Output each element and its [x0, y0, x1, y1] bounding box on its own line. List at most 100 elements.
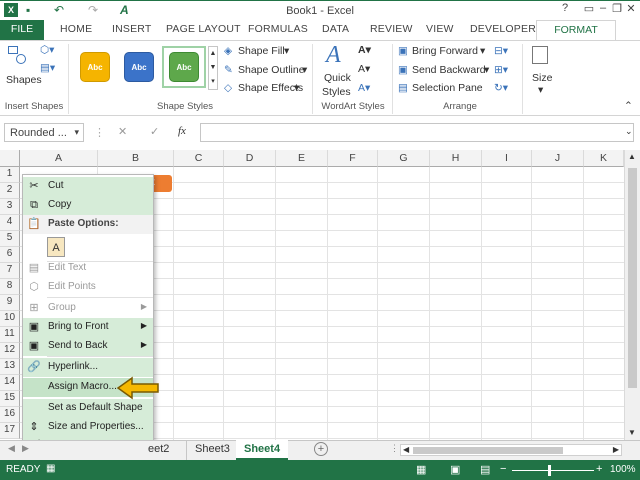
row-header[interactable]: 13 — [0, 359, 20, 375]
paste-keep-text-icon[interactable]: A — [47, 237, 65, 257]
row-header[interactable]: 15 — [0, 391, 20, 407]
row-header[interactable]: 10 — [0, 311, 20, 327]
tab-split-icon[interactable]: ⋮ — [390, 443, 399, 454]
dropdown-icon[interactable]: ▾ — [294, 82, 299, 94]
column-header[interactable]: E — [276, 150, 328, 167]
row-header[interactable]: 5 — [0, 231, 20, 247]
shape-style-blue[interactable]: Abc — [124, 52, 154, 82]
menu-item-send-to-back[interactable]: ▣ Send to Back ▶ — [23, 337, 153, 356]
tab-review[interactable]: REVIEW — [370, 23, 413, 35]
formula-input[interactable] — [200, 123, 634, 142]
quick-styles-icon[interactable]: A — [326, 42, 341, 69]
scroll-right-icon[interactable]: ▶ — [613, 445, 619, 454]
menu-item-cut[interactable]: ✂ Cut — [23, 177, 153, 196]
row-header[interactable]: 8 — [0, 279, 20, 295]
row-header[interactable]: 7 — [0, 263, 20, 279]
tab-home[interactable]: HOME — [60, 23, 92, 35]
group-icon[interactable]: ⊞▾ — [494, 64, 508, 76]
rotate-icon[interactable]: ↻▾ — [494, 82, 508, 94]
column-header[interactable]: H — [430, 150, 482, 167]
column-header[interactable]: D — [224, 150, 276, 167]
tab-formulas[interactable]: FORMULAS — [248, 23, 308, 35]
row-header[interactable]: 6 — [0, 247, 20, 263]
collapse-ribbon-icon[interactable]: ⌃ — [624, 100, 633, 112]
close-button[interactable]: ✕ — [620, 2, 640, 19]
row-header[interactable]: 12 — [0, 343, 20, 359]
text-box-icon[interactable]: ▤▾ — [40, 62, 55, 74]
menu-item-bring-to-front[interactable]: ▣ Bring to Front ▶ — [23, 318, 153, 337]
dropdown-icon[interactable]: ▾ — [538, 84, 543, 96]
row-header[interactable]: 2 — [0, 183, 20, 199]
text-fill-icon[interactable]: A▾ — [358, 44, 371, 56]
column-header[interactable]: B — [98, 150, 174, 167]
fx-icon[interactable]: fx — [178, 125, 186, 137]
row-header[interactable]: 4 — [0, 215, 20, 231]
shapes-button[interactable]: Shapes — [6, 74, 42, 86]
tab-data[interactable]: DATA — [322, 23, 349, 35]
tab-file[interactable]: FILE — [0, 20, 44, 40]
scroll-thumb[interactable] — [628, 168, 637, 388]
shape-style-orange[interactable]: Abc — [80, 52, 110, 82]
row-header[interactable]: 17 — [0, 423, 20, 439]
row-header[interactable]: 3 — [0, 199, 20, 215]
prev-sheet-icon[interactable]: ◀ — [8, 443, 15, 454]
expand-formula-icon[interactable]: ⌄ — [625, 126, 633, 137]
column-header[interactable]: J — [532, 150, 584, 167]
shape-fill-button[interactable]: Shape Fill — [238, 45, 285, 57]
quick-styles-label-1[interactable]: Quick — [324, 72, 351, 84]
row-header[interactable]: 9 — [0, 295, 20, 311]
menu-item-hyperlink[interactable]: 🔗 Hyperlink... — [23, 358, 153, 377]
h-scroll-thumb[interactable] — [413, 447, 563, 454]
dropdown-icon[interactable]: ▾ — [480, 45, 485, 57]
name-box[interactable]: Rounded ... ▾ — [4, 123, 84, 142]
page-break-view-icon[interactable]: ▤ — [480, 463, 490, 476]
zoom-slider-thumb[interactable] — [548, 465, 551, 476]
align-icon[interactable]: ⊟▾ — [494, 45, 508, 57]
edit-shape-icon[interactable]: ⬡▾ — [40, 44, 54, 56]
sheet-tab-2[interactable]: eet2 — [140, 440, 177, 460]
selection-pane-button[interactable]: Selection Pane — [412, 82, 483, 94]
column-header[interactable]: C — [174, 150, 224, 167]
dropdown-icon[interactable]: ▾ — [302, 64, 307, 76]
send-backward-button[interactable]: Send Backward — [412, 64, 486, 76]
chevron-down-icon[interactable]: ▾ — [74, 127, 79, 138]
horizontal-scrollbar[interactable]: ◀ ▶ — [400, 444, 622, 456]
text-outline-icon[interactable]: A▾ — [358, 63, 370, 75]
vertical-scrollbar[interactable]: ▲ ▼ — [624, 150, 640, 440]
shape-style-green[interactable]: Abc — [169, 52, 199, 82]
tab-page-layout[interactable]: PAGE LAYOUT — [166, 23, 241, 35]
zoom-in-icon[interactable]: + — [596, 463, 602, 475]
row-header[interactable]: 16 — [0, 407, 20, 423]
shapes-gallery-icon[interactable] — [8, 46, 30, 66]
bring-forward-button[interactable]: Bring Forward — [412, 45, 478, 57]
tab-format[interactable]: FORMAT — [536, 20, 616, 41]
row-header[interactable]: 14 — [0, 375, 20, 391]
cancel-icon[interactable]: ✕ — [118, 125, 127, 138]
styles-scroll[interactable]: ▲ ▼ ▾ — [208, 46, 218, 90]
sheet-tab-3[interactable]: Sheet3 — [186, 440, 238, 460]
menu-item-copy[interactable]: ⧉ Copy — [23, 196, 153, 215]
dropdown-icon[interactable]: ▾ — [284, 45, 289, 57]
menu-item-size-properties[interactable]: ⇕ Size and Properties... — [23, 418, 153, 437]
menu-item-set-default-shape[interactable]: Set as Default Shape — [23, 399, 153, 418]
help-button[interactable]: ? — [554, 2, 576, 19]
tab-developer[interactable]: DEVELOPER — [470, 23, 536, 35]
size-icon[interactable] — [532, 46, 548, 64]
page-layout-view-icon[interactable]: ▣ — [450, 463, 460, 476]
scroll-down-icon[interactable]: ▼ — [628, 428, 636, 437]
column-header[interactable]: K — [584, 150, 624, 167]
zoom-level[interactable]: 100% — [610, 464, 636, 475]
tab-insert[interactable]: INSERT — [112, 23, 152, 35]
row-header[interactable]: 1 — [0, 167, 20, 183]
scroll-left-icon[interactable]: ◀ — [403, 445, 409, 454]
enter-icon[interactable]: ✓ — [150, 125, 159, 138]
tab-view[interactable]: VIEW — [426, 23, 454, 35]
column-header[interactable]: G — [378, 150, 430, 167]
shape-outline-button[interactable]: Shape Outline — [238, 64, 305, 76]
macro-record-icon[interactable]: ▦ — [46, 463, 55, 474]
column-header[interactable]: F — [328, 150, 378, 167]
sheet-tab-4[interactable]: Sheet4 — [236, 440, 289, 460]
text-effects-icon[interactable]: A▾ — [358, 82, 370, 94]
quick-styles-label-2[interactable]: Styles — [322, 86, 351, 98]
column-header[interactable]: I — [482, 150, 532, 167]
